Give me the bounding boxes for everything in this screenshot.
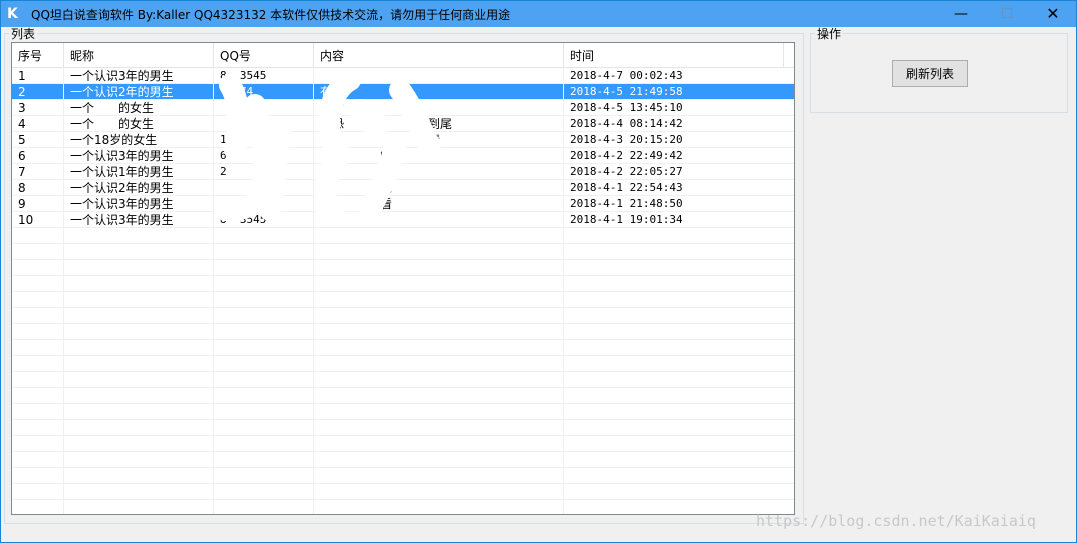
cell-content bbox=[314, 164, 564, 180]
table-row[interactable]: 4 一个 的女生 香恐 到尾 2018-4-4 08:14:42 bbox=[12, 116, 794, 132]
cell-index: 7 bbox=[18, 165, 26, 179]
cell-index: 10 bbox=[18, 213, 34, 227]
empty-row bbox=[12, 404, 794, 420]
cell-qq: 3 bbox=[220, 101, 247, 114]
column-header-qq[interactable]: QQ号 bbox=[214, 43, 314, 67]
column-header-nickname[interactable]: 昵称 bbox=[64, 43, 214, 67]
cell-index: 9 bbox=[18, 197, 26, 211]
confession-listview[interactable]: 序号 昵称 QQ号 内容 时间 1 一个认识3年的男生 8 3545 2018-4-7 00:… bbox=[11, 42, 795, 515]
cell-index: 6 bbox=[18, 149, 26, 163]
cell-index: 8 bbox=[18, 181, 26, 195]
cell-time: 2018-4-5 13:45:10 bbox=[570, 101, 683, 114]
cell-nickname: 一个认识3年的男生 bbox=[70, 69, 174, 83]
cell-index: 2 bbox=[18, 85, 26, 99]
empty-row bbox=[12, 260, 794, 276]
cell-qq: 606 bbox=[220, 149, 240, 162]
grid-line bbox=[313, 67, 314, 514]
close-button[interactable]: ✕ bbox=[1030, 1, 1076, 27]
empty-row bbox=[12, 324, 794, 340]
cell-nickname: 一个认识3年的男生 bbox=[70, 197, 174, 211]
cell-nickname: 一个 的女生 bbox=[70, 117, 155, 131]
column-header-index[interactable]: 序号 bbox=[12, 43, 64, 67]
cell-time: 2018-4-7 00:02:43 bbox=[570, 69, 683, 82]
column-header-content[interactable]: 内容 bbox=[314, 43, 564, 67]
empty-row bbox=[12, 372, 794, 388]
cell-index: 3 bbox=[18, 101, 26, 115]
cell-nickname: 一个 的女生 bbox=[70, 101, 155, 115]
table-row[interactable]: 5 一个18岁的女生 19 情 2018-4-3 20:15:20 bbox=[12, 132, 794, 148]
operations-group-legend: 操作 bbox=[817, 27, 842, 41]
cell-content bbox=[314, 68, 564, 84]
grid-line bbox=[563, 67, 564, 514]
cell-nickname: 一个认识1年的男生 bbox=[70, 165, 174, 179]
cell-time: 2018-4-4 08:14:42 bbox=[570, 117, 683, 130]
cell-index: 1 bbox=[18, 69, 26, 83]
cell-content bbox=[314, 212, 564, 228]
cell-content: 香恐 到尾 bbox=[320, 117, 453, 131]
table-row[interactable]: 2 一个认识2年的男生 74 有乙 2018-4-5 21:49:58 bbox=[12, 84, 794, 100]
empty-row bbox=[12, 452, 794, 468]
empty-row bbox=[12, 468, 794, 484]
cell-qq: 19 bbox=[220, 133, 234, 146]
window-title: QQ坦白说查询软件 By:Kaller QQ4323132 本软件仅供技术交流，… bbox=[31, 8, 511, 22]
cell-time: 2018-4-1 21:48:50 bbox=[570, 197, 683, 210]
cell-qq: 2 bbox=[220, 165, 227, 178]
empty-row bbox=[12, 484, 794, 500]
list-group-legend: 列表 bbox=[11, 27, 36, 41]
cell-time: 2018-4-2 22:49:42 bbox=[570, 149, 683, 162]
empty-row bbox=[12, 420, 794, 436]
empty-row bbox=[12, 228, 794, 244]
cell-content: 情 bbox=[320, 133, 441, 147]
table-row[interactable]: 10 一个认识3年的男生 8 3545 2018-4-1 19:01:34 bbox=[12, 212, 794, 228]
empty-row bbox=[12, 356, 794, 372]
table-row[interactable]: 3 一个 的女生 3 三寸 2018-4-5 13:45:10 bbox=[12, 100, 794, 116]
cell-content: 的 bbox=[320, 149, 393, 163]
table-row[interactable]: 7 一个认识1年的男生 2 2018-4-2 22:05:27 bbox=[12, 164, 794, 180]
cell-content: 戏 bbox=[320, 181, 393, 195]
cell-nickname: 一个18岁的女生 bbox=[70, 133, 158, 147]
cell-content: 有乙 bbox=[320, 85, 345, 99]
grid-line bbox=[63, 67, 64, 514]
empty-row bbox=[12, 244, 794, 260]
cell-qq: 8 3545 bbox=[220, 69, 267, 82]
list-header: 序号 昵称 QQ号 内容 时间 bbox=[12, 43, 794, 68]
cell-qq: 74 bbox=[220, 85, 254, 98]
empty-row bbox=[12, 500, 794, 514]
cell-nickname: 一个认识2年的男生 bbox=[70, 181, 174, 195]
table-row[interactable]: 9 一个认识3年的男生 3 看 2018-4-1 21:48:50 bbox=[12, 196, 794, 212]
cell-qq bbox=[214, 180, 314, 196]
table-row[interactable]: 1 一个认识3年的男生 8 3545 2018-4-7 00:02:43 bbox=[12, 68, 794, 84]
empty-row bbox=[12, 388, 794, 404]
cell-time: 2018-4-2 22:05:27 bbox=[570, 165, 683, 178]
table-row[interactable]: 8 一个认识2年的男生 戏 2018-4-1 22:54:43 bbox=[12, 180, 794, 196]
cell-index: 5 bbox=[18, 133, 26, 147]
cell-time: 2018-4-1 22:54:43 bbox=[570, 181, 683, 194]
cell-qq: 8 3545 bbox=[220, 213, 267, 226]
cell-qq bbox=[214, 116, 314, 132]
cell-time: 2018-4-1 19:01:34 bbox=[570, 213, 683, 226]
empty-row bbox=[12, 276, 794, 292]
empty-row bbox=[12, 292, 794, 308]
empty-row bbox=[12, 340, 794, 356]
table-row[interactable]: 6 一个认识3年的男生 606 的 2018-4-2 22:49:42 bbox=[12, 148, 794, 164]
cell-qq: 3 bbox=[220, 197, 260, 210]
grid-line bbox=[213, 67, 214, 514]
empty-row bbox=[12, 436, 794, 452]
column-header-time[interactable]: 时间 bbox=[564, 43, 784, 67]
app-logo-icon: K bbox=[7, 6, 18, 22]
title-bar[interactable]: K QQ坦白说查询软件 By:Kaller QQ4323132 本软件仅供技术交… bbox=[1, 1, 1076, 27]
empty-row bbox=[12, 308, 794, 324]
refresh-list-button[interactable]: 刷新列表 bbox=[892, 60, 968, 87]
cell-index: 4 bbox=[18, 117, 26, 131]
cell-nickname: 一个认识3年的男生 bbox=[70, 213, 174, 227]
cell-time: 2018-4-5 21:49:58 bbox=[570, 85, 683, 98]
cell-content: 看 bbox=[320, 197, 393, 211]
cell-nickname: 一个认识2年的男生 bbox=[70, 85, 174, 99]
maximize-button[interactable]: ☐ bbox=[984, 1, 1030, 27]
cell-nickname: 一个认识3年的男生 bbox=[70, 149, 174, 163]
minimize-button[interactable]: — bbox=[938, 1, 984, 27]
cell-content: 三寸 bbox=[320, 101, 345, 115]
url-watermark: https://blog.csdn.net/KaiKaiaiq bbox=[756, 512, 1036, 530]
cell-time: 2018-4-3 20:15:20 bbox=[570, 133, 683, 146]
